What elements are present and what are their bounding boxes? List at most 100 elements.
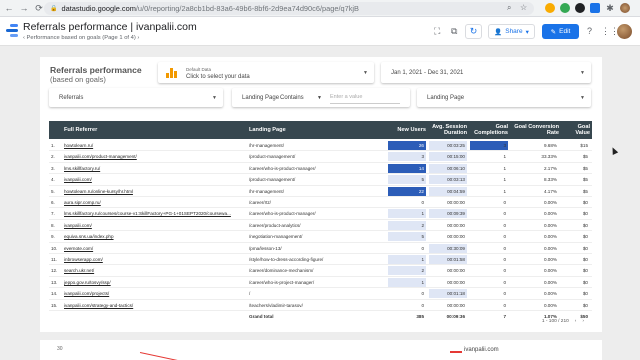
table-row[interactable]: 7. lms.skillfactory.ru/courses/course-v1:… — [49, 208, 592, 220]
column-header-avg-session-duration[interactable]: Avg. Session Duration — [429, 121, 467, 139]
column-header-goal-completions[interactable]: Goal Completions — [470, 121, 508, 139]
chevron-down-icon: ▼ — [580, 94, 585, 101]
goal-value-cell: $5 — [582, 165, 588, 171]
puzzle-icon[interactable]: ✱ — [605, 3, 615, 13]
edit-button[interactable]: ✎ Edit — [542, 24, 579, 39]
goal-value-cell: $0 — [582, 257, 588, 262]
prev-page-icon[interactable]: ‹ — [575, 319, 577, 324]
table-row[interactable]: 13. jeppo.gov.ru/tosvy/ssp//career/who-is… — [49, 277, 592, 289]
page-navigator[interactable]: ‹ Performance based on goals (Page 1 of … — [23, 35, 139, 41]
table-row[interactable]: 8. ivanpalii.com//career/product-analytic… — [49, 220, 592, 232]
page-name: Performance based on goals (Page 1 of 4) — [26, 35, 136, 41]
landing-page-cell: /career/rtz/ — [249, 200, 271, 205]
landing-page-cell: /career/who-is-project-manager/ — [249, 279, 315, 285]
next-page-icon[interactable]: › — [137, 35, 139, 41]
share-button[interactable]: 👤 Share ▾ — [488, 24, 535, 39]
operator-select[interactable]: Contains — [280, 95, 304, 101]
goal-value-cell: $0 — [582, 200, 588, 205]
table-row[interactable]: 15. ivanpalii.com/strategy-and-tactics//t… — [49, 300, 592, 311]
row-index: 13. — [51, 279, 58, 285]
evernote-extension-icon[interactable] — [560, 3, 570, 13]
landing-page-dropdown[interactable]: Landing Page ▼ — [417, 88, 591, 107]
column-header-full-referrer[interactable]: Full Referrer — [64, 121, 244, 139]
goal-conversion-rate-cell: 0.00% — [543, 211, 557, 217]
column-header-new-users[interactable]: New Users — [388, 121, 426, 139]
avatar[interactable] — [617, 24, 632, 39]
full-referrer-link[interactable]: ivanpalii.com/ — [64, 220, 246, 231]
column-header-goal-value[interactable]: Goal Value — [562, 121, 590, 139]
address-bar[interactable]: 🔒 datastudio.google.com /u/0/reporting/2… — [44, 2, 534, 15]
full-referrer-link[interactable]: aura.sipr.comp.ru/ — [64, 197, 246, 208]
new-users-cell: 0 — [421, 245, 424, 251]
avg-session-duration-cell: 00:00:00 — [447, 302, 465, 308]
full-referrer-link[interactable]: lms.skillfactory.ru/courses/course-v1:Sk… — [64, 208, 246, 219]
full-referrer-link[interactable]: jeppo.gov.ru/tosvy/ssp/ — [64, 277, 246, 288]
landing-page-cell: /teachers/vladimir-tarasov/ — [249, 302, 303, 308]
row-index: 2. — [51, 154, 55, 160]
table-header: Full Referrer Landing Page New Users Avg… — [49, 121, 592, 139]
table-row[interactable]: 3. lms.skillfactory.ru//career/who-is-pro… — [49, 163, 592, 175]
edit-label: Edit — [559, 28, 571, 35]
fullscreen-icon[interactable]: ⛶ — [434, 26, 440, 37]
copy-icon[interactable]: ⧉ — [451, 26, 457, 37]
landing-page-cell: /career/product-analytics/ — [249, 222, 301, 228]
table-row[interactable]: 6. aura.sipr.comp.ru//career/rtz/0 00:00:0… — [49, 197, 592, 209]
goal-value-cell: $0 — [582, 234, 588, 240]
avg-session-duration-cell: 00:09:39 — [447, 211, 465, 217]
extension-icon[interactable] — [590, 3, 600, 13]
extension-icon[interactable] — [575, 3, 585, 13]
goal-value-cell: $0 — [582, 268, 588, 274]
star-icon[interactable]: ☆ — [520, 3, 527, 12]
full-referrer-link[interactable]: search.ukr.net/ — [64, 265, 246, 276]
goal-completions-cell: 0 — [503, 257, 506, 262]
landing-page-value-input[interactable]: Enter a value — [330, 91, 400, 104]
report-header: Referrals performance | ivanpalii.com ‹ … — [0, 17, 640, 46]
avg-session-duration-cell: 00:03:13 — [447, 177, 465, 183]
refresh-button[interactable]: ↻ — [465, 24, 482, 39]
forward-icon[interactable]: → — [18, 2, 30, 14]
full-referrer-link[interactable]: evernote.com/ — [64, 243, 246, 254]
new-users-cell: 0 — [421, 291, 424, 297]
next-page-icon[interactable]: › — [582, 319, 584, 324]
data-source-label: Click to select your data — [186, 74, 250, 80]
table-row[interactable]: 10. evernote.com//pma/lesson-13/0 00:30:09… — [49, 243, 592, 254]
table-row[interactable]: 11. inbrowserapp.com//style/how-to-dress-… — [49, 254, 592, 266]
table-row[interactable]: 1. howtolearn.ru//hr-management/26 00:03:2… — [49, 140, 592, 152]
new-users-cell: 2 — [421, 268, 424, 274]
table-row[interactable]: 9. equiva.sns.ua/index.php/negotiation-ma… — [49, 231, 592, 243]
full-referrer-link[interactable]: ivanpalii.com/ — [64, 174, 246, 185]
help-icon[interactable]: ? — [587, 26, 592, 36]
landing-page-search-filter[interactable]: Landing Page Contains ▼ Enter a value — [232, 88, 410, 107]
table-row[interactable]: 4. ivanpalii.com//product-management/5 00:… — [49, 174, 592, 186]
new-users-cell: 0 — [421, 200, 424, 205]
extension-icon[interactable] — [545, 3, 555, 13]
full-referrer-link[interactable]: howtolearn.ru/online-kursy/hr.html — [64, 186, 246, 197]
table-row[interactable]: 5. howtolearn.ru/online-kursy/hr.html/hr-… — [49, 186, 592, 197]
full-referrer-link[interactable]: ivanpalii.com/projects/ — [64, 288, 246, 299]
back-icon[interactable]: ← — [3, 2, 15, 14]
avg-session-duration-cell: 00:00:00 — [447, 222, 465, 228]
full-referrer-link[interactable]: ivanpalii.com/product-management/ — [64, 151, 246, 162]
data-studio-logo-icon[interactable] — [6, 24, 18, 38]
report-title[interactable]: Referrals performance | ivanpalii.com — [23, 21, 197, 33]
zoom-icon[interactable]: ⌕ — [507, 3, 511, 13]
data-source-control[interactable]: Default Data Click to select your data ▼ — [158, 62, 374, 83]
table-row[interactable]: 14. ivanpalii.com/projects// 0 00:01:18 0 0.0… — [49, 288, 592, 300]
table-row[interactable]: 2. ivanpalii.com/product-management//prod… — [49, 151, 592, 163]
row-index: 12. — [51, 268, 58, 274]
full-referrer-link[interactable]: lms.skillfactory.ru/ — [64, 163, 246, 174]
add-person-icon: 👤 — [494, 28, 503, 36]
chevron-down-icon: ▼ — [317, 94, 322, 101]
full-referrer-link[interactable]: ivanpalii.com/strategy-and-tactics/ — [64, 300, 246, 311]
column-header-goal-conversion-rate[interactable]: Goal Conversion Rate — [511, 121, 559, 139]
date-range-control[interactable]: Jan 1, 2021 - Dec 31, 2021 ▼ — [381, 62, 591, 83]
column-header-landing-page[interactable]: Landing Page — [249, 121, 369, 139]
profile-icon[interactable] — [620, 3, 630, 13]
referrals-filter[interactable]: Referrals ▼ — [49, 88, 223, 107]
full-referrer-link[interactable]: howtolearn.ru/ — [64, 140, 246, 151]
full-referrer-link[interactable]: equiva.sns.ua/index.php — [64, 231, 246, 242]
table-row[interactable]: 12. search.ukr.net//career/dominance-mech… — [49, 265, 592, 277]
line-chart-panel: 30 ivanpalii.com — [40, 340, 602, 360]
full-referrer-link[interactable]: inbrowserapp.com/ — [64, 254, 246, 265]
avg-session-duration-cell: 00:30:09 — [447, 245, 465, 251]
